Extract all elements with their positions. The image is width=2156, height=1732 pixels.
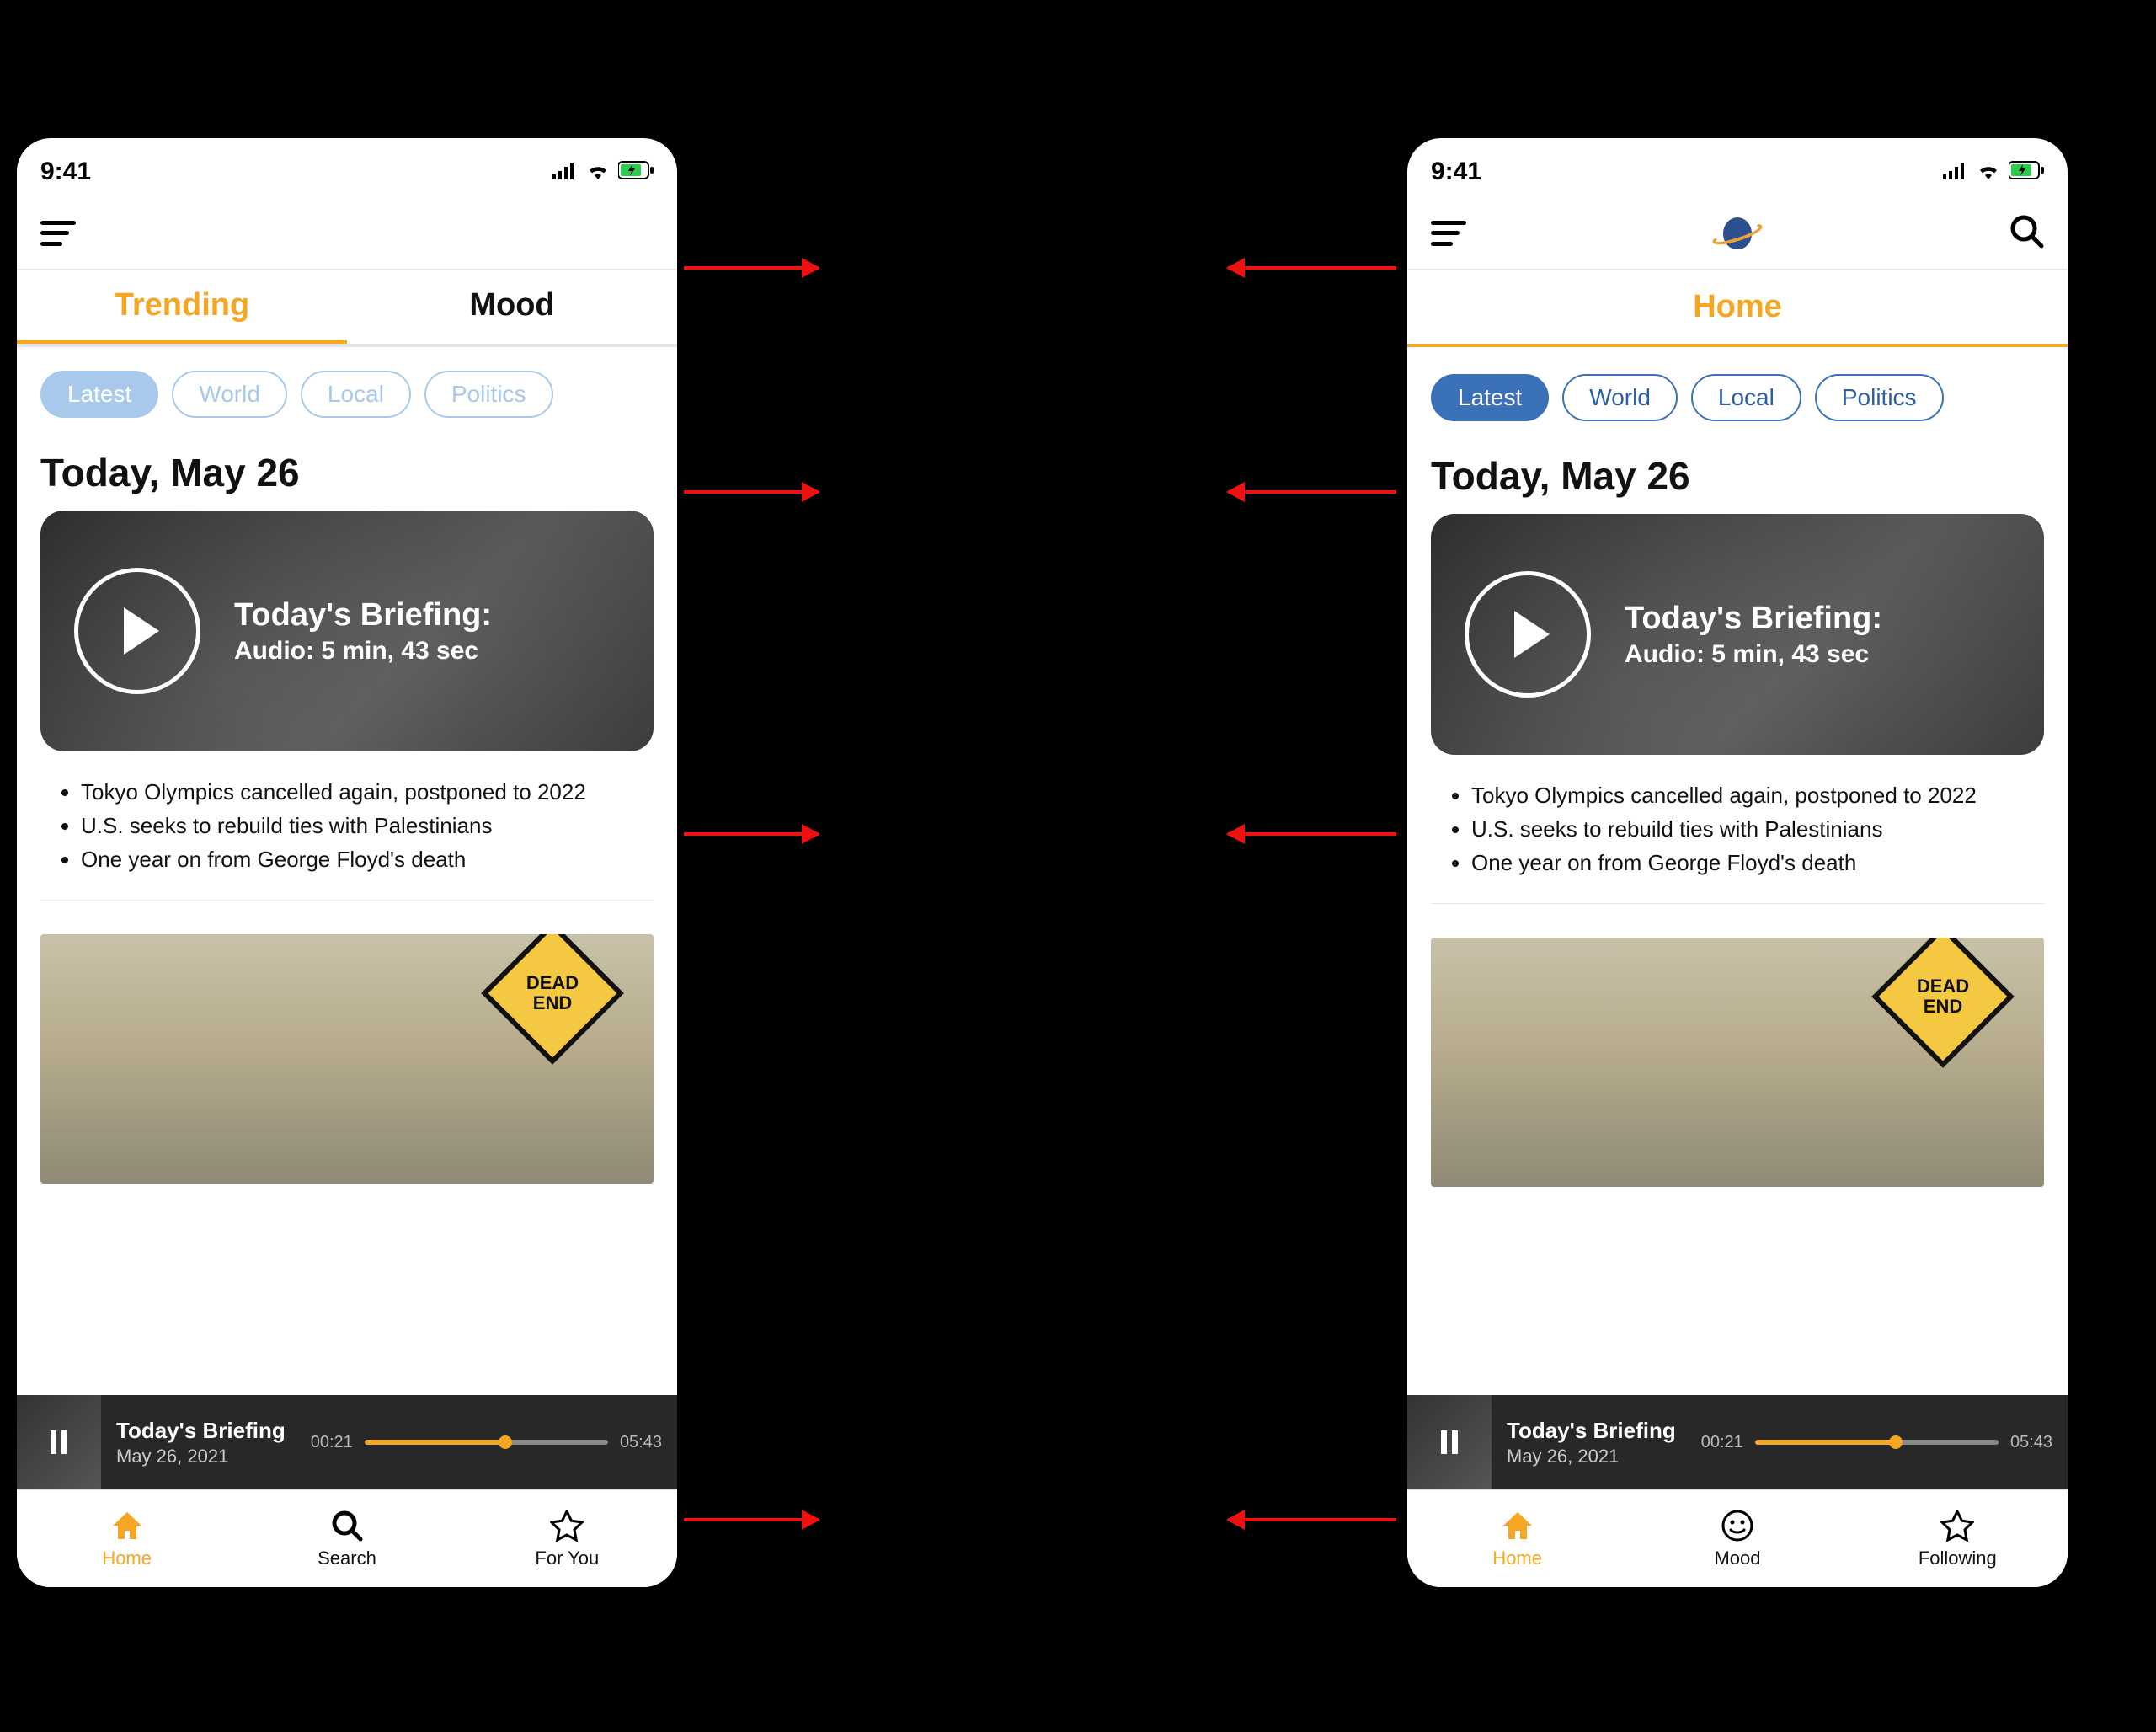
- mockup-left: 9:41 Trending Mood Latest World Local Po…: [17, 138, 677, 1587]
- chip-local[interactable]: Local: [1691, 374, 1801, 421]
- mockup-right: 9:41 Home Latest World Local Politics To…: [1407, 138, 2068, 1587]
- pause-icon[interactable]: [1441, 1430, 1458, 1454]
- list-item[interactable]: One year on from George Floyd's death: [1471, 846, 2020, 879]
- chip-world[interactable]: World: [1562, 374, 1678, 421]
- nav-search[interactable]: Search: [237, 1490, 456, 1587]
- arrow-right-icon: [684, 832, 819, 836]
- play-icon[interactable]: [74, 568, 200, 694]
- app-header: [17, 197, 677, 270]
- arrow-left-icon: [1228, 490, 1396, 494]
- dead-end-sign: DEAD END: [481, 934, 624, 1065]
- status-indicators: [1943, 158, 2044, 186]
- list-item[interactable]: Tokyo Olympics cancelled again, postpone…: [1471, 778, 2020, 812]
- elapsed-time: 00:21: [1701, 1433, 1743, 1452]
- briefing-subtitle: Audio: 5 min, 43 sec: [234, 637, 492, 666]
- chip-latest[interactable]: Latest: [40, 371, 158, 418]
- nav-home[interactable]: Home: [17, 1490, 237, 1587]
- chip-latest[interactable]: Latest: [1431, 374, 1549, 421]
- status-indicators: [552, 158, 654, 186]
- signal-icon: [1943, 158, 1968, 186]
- player-title: Today's Briefing: [116, 1418, 286, 1444]
- home-icon: [111, 1509, 143, 1542]
- player-title: Today's Briefing: [1507, 1418, 1676, 1444]
- audio-player[interactable]: Today's Briefing May 26, 2021 00:21 05:4…: [17, 1395, 677, 1489]
- date-heading: Today, May 26: [17, 428, 677, 511]
- status-bar: 9:41: [17, 147, 677, 197]
- filter-chips: Latest World Local Politics: [17, 344, 677, 428]
- nav-home[interactable]: Home: [1407, 1490, 1627, 1587]
- battery-icon: [2009, 158, 2044, 186]
- tab-trending[interactable]: Trending: [17, 270, 347, 344]
- filter-chips: Latest World Local Politics: [1407, 347, 2068, 431]
- arrow-left-icon: [1228, 832, 1396, 836]
- briefing-card[interactable]: Today's Briefing: Audio: 5 min, 43 sec: [40, 511, 654, 751]
- date-heading: Today, May 26: [1407, 431, 2068, 514]
- list-item[interactable]: U.S. seeks to rebuild ties with Palestin…: [81, 809, 630, 842]
- page-title: Home: [1407, 270, 2068, 347]
- wifi-icon: [1977, 158, 2000, 186]
- nav-mood[interactable]: Mood: [1627, 1490, 1847, 1587]
- app-header: [1407, 197, 2068, 270]
- article-image[interactable]: DEAD END: [40, 934, 654, 1184]
- briefing-subtitle: Audio: 5 min, 43 sec: [1625, 640, 1882, 669]
- chip-politics[interactable]: Politics: [1815, 374, 1944, 421]
- briefing-card[interactable]: Today's Briefing: Audio: 5 min, 43 sec: [1431, 514, 2044, 755]
- list-item[interactable]: U.S. seeks to rebuild ties with Palestin…: [1471, 812, 2020, 846]
- top-tabs: Trending Mood: [17, 270, 677, 347]
- nav-following[interactable]: Following: [1848, 1490, 2068, 1587]
- elapsed-time: 00:21: [311, 1433, 353, 1452]
- nav-for-you[interactable]: For You: [457, 1490, 677, 1587]
- chip-world[interactable]: World: [172, 371, 287, 418]
- headline-list: Tokyo Olympics cancelled again, postpone…: [40, 751, 654, 901]
- chip-local[interactable]: Local: [301, 371, 411, 418]
- menu-icon[interactable]: [40, 221, 76, 246]
- player-date: May 26, 2021: [116, 1446, 286, 1467]
- briefing-title: Today's Briefing:: [1625, 601, 1882, 637]
- arrow-right-icon: [684, 490, 819, 494]
- dead-end-sign: DEAD END: [1871, 938, 2015, 1068]
- arrow-right-icon: [684, 1518, 819, 1521]
- list-item[interactable]: One year on from George Floyd's death: [81, 842, 630, 876]
- search-icon: [331, 1509, 363, 1542]
- chip-politics[interactable]: Politics: [424, 371, 553, 418]
- play-icon[interactable]: [1465, 571, 1591, 698]
- status-bar: 9:41: [1407, 147, 2068, 197]
- bottom-nav: Home Mood Following: [1407, 1489, 2068, 1587]
- smile-icon: [1721, 1509, 1754, 1542]
- player-date: May 26, 2021: [1507, 1446, 1676, 1467]
- article-image[interactable]: DEAD END: [1431, 938, 2044, 1187]
- battery-icon: [618, 158, 654, 186]
- home-icon: [1502, 1509, 1534, 1542]
- wifi-icon: [586, 158, 610, 186]
- arrow-right-icon: [684, 266, 819, 270]
- player-thumbnail: [1407, 1395, 1492, 1489]
- total-time: 05:43: [2010, 1433, 2052, 1452]
- tab-mood[interactable]: Mood: [347, 270, 677, 344]
- headline-list: Tokyo Olympics cancelled again, postpone…: [1431, 755, 2044, 904]
- clock: 9:41: [40, 158, 91, 186]
- clock: 9:41: [1431, 158, 1481, 186]
- app-logo-icon: [1715, 211, 1760, 256]
- pause-icon[interactable]: [51, 1430, 67, 1454]
- total-time: 05:43: [620, 1433, 662, 1452]
- list-item[interactable]: Tokyo Olympics cancelled again, postpone…: [81, 775, 630, 809]
- star-icon: [1940, 1509, 1974, 1542]
- signal-icon: [552, 158, 578, 186]
- progress-track[interactable]: [1755, 1440, 1999, 1445]
- menu-icon[interactable]: [1431, 221, 1466, 246]
- bottom-nav: Home Search For You: [17, 1489, 677, 1587]
- arrow-left-icon: [1228, 266, 1396, 270]
- progress-track[interactable]: [365, 1440, 608, 1445]
- search-icon[interactable]: [2009, 213, 2044, 253]
- briefing-title: Today's Briefing:: [234, 597, 492, 633]
- arrow-left-icon: [1228, 1518, 1396, 1521]
- audio-player[interactable]: Today's Briefing May 26, 2021 00:21 05:4…: [1407, 1395, 2068, 1489]
- player-thumbnail: [17, 1395, 101, 1489]
- star-icon: [550, 1509, 584, 1542]
